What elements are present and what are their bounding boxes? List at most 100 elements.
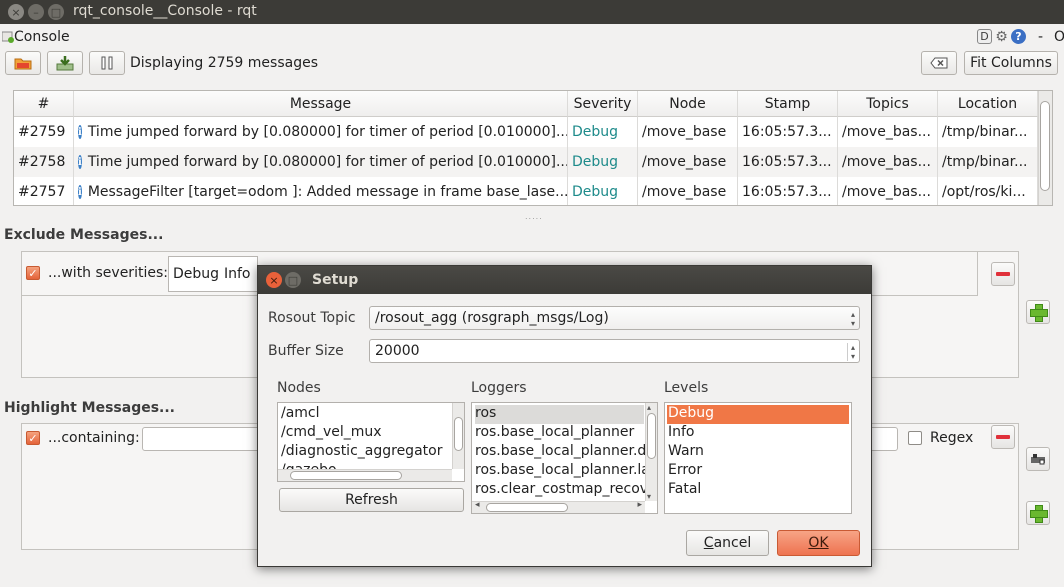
add-icon [1030, 505, 1048, 523]
column-header-stamp[interactable]: Stamp [738, 91, 838, 117]
logger-item[interactable]: ros.clear_costmap_recov [475, 481, 648, 500]
nodes-list[interactable]: /amcl /cmd_vel_mux /diagnostic_aggregato… [277, 402, 465, 482]
row-message-cell: i Time jumped forward by [0.080000] for t… [74, 117, 568, 147]
severity-list[interactable]: Debug Info [168, 256, 258, 292]
nodes-hscroll-thumb[interactable] [290, 471, 402, 480]
clear-icon [930, 57, 948, 69]
clear-button[interactable] [921, 51, 957, 75]
levels-list[interactable]: Debug Info Warn Error Fatal [664, 402, 852, 514]
setup-dialog: × □ Setup Rosout Topic /rosout_agg (rosg… [257, 265, 872, 567]
save-button[interactable] [47, 51, 83, 75]
dialog-close-button[interactable]: × [266, 272, 282, 288]
severity-info-item[interactable]: Info [224, 266, 251, 282]
table-vertical-scrollbar[interactable] [1038, 91, 1052, 205]
loggers-scroll-right[interactable]: ▸ [637, 500, 642, 510]
remove-exclude-filter-button[interactable] [991, 262, 1015, 286]
info-icon: i [78, 125, 82, 139]
help-icon[interactable]: ? [1011, 29, 1026, 44]
buffer-size-spinbox[interactable]: 20000 ▴ ▾ [369, 339, 860, 363]
spin-arrows-icon[interactable]: ▴ ▾ [846, 343, 855, 361]
table-row[interactable]: #2757 i MessageFilter [target=odom ]: Add… [14, 177, 1038, 205]
open-button[interactable] [5, 51, 41, 75]
fit-columns-button[interactable]: Fit Columns [964, 51, 1058, 75]
remove-highlight-filter-button[interactable] [991, 425, 1015, 449]
corner-d-button[interactable]: D [977, 29, 992, 44]
logger-item[interactable]: ros.base_local_planner.la [475, 462, 650, 481]
table-scroll-thumb[interactable] [1040, 101, 1050, 191]
node-item[interactable]: /amcl [281, 405, 320, 424]
loggers-horizontal-scrollbar[interactable]: ◂ ▸ [472, 500, 645, 513]
gear-icon[interactable]: ⚙ [994, 29, 1009, 45]
loggers-list[interactable]: ros ros.base_local_planner ros.base_loca… [471, 402, 658, 514]
maximize-icon: □ [287, 273, 299, 287]
column-header-message[interactable]: Message [74, 91, 568, 117]
close-icon: × [11, 5, 21, 19]
column-header-topics[interactable]: Topics [838, 91, 938, 117]
regex-checkbox[interactable] [908, 431, 922, 445]
close-plugin-button[interactable]: O [1054, 29, 1064, 45]
window-close-button[interactable]: × [8, 4, 24, 20]
open-folder-icon [14, 58, 32, 70]
highlight-settings-button[interactable] [1026, 447, 1050, 471]
ok-label: K [819, 535, 829, 551]
setup-dialog-titlebar: × □ Setup [258, 266, 871, 294]
logger-item[interactable]: ros.base_local_planner.dw [475, 443, 657, 462]
nodes-vscroll-thumb[interactable] [454, 417, 463, 451]
loggers-scroll-down[interactable]: ▾ [647, 492, 651, 501]
exclude-section-title: Exclude Messages... [4, 227, 164, 243]
loggers-vscroll-thumb[interactable] [647, 413, 656, 459]
add-highlight-filter-button[interactable] [1026, 501, 1050, 525]
loggers-hscroll-thumb[interactable] [486, 503, 568, 512]
window-maximize-button[interactable]: □ [48, 4, 64, 20]
exclude-severity-checkbox[interactable]: ✓ [26, 266, 40, 280]
level-item-warn[interactable]: Warn [668, 443, 704, 462]
node-item[interactable]: /cmd_vel_mux [281, 424, 382, 443]
level-item-error[interactable]: Error [668, 462, 702, 481]
rosout-topic-combo[interactable]: /rosout_agg (rosgraph_msgs/Log) ▴ ▾ [369, 306, 860, 330]
highlight-containing-checkbox[interactable]: ✓ [26, 431, 40, 445]
loggers-label: Loggers [471, 380, 527, 396]
minimize-icon: – [33, 5, 39, 19]
combo-arrows-icon: ▴ ▾ [850, 310, 855, 328]
column-header-num[interactable]: # [14, 91, 74, 117]
table-row[interactable]: #2758 i Time jumped forward by [0.080000]… [14, 147, 1038, 177]
loggers-scroll-left[interactable]: ◂ [475, 500, 480, 510]
level-item-debug[interactable]: Debug [667, 405, 849, 424]
logger-item[interactable]: ros [475, 405, 644, 424]
severity-debug-item[interactable]: Debug [173, 266, 219, 282]
row-topics: /move_bas... [838, 117, 938, 147]
add-icon [1030, 304, 1048, 322]
ok-button[interactable]: OK [777, 530, 860, 556]
containing-label: ...containing: [48, 430, 140, 446]
loggers-vertical-scrollbar[interactable]: ▴ ▾ [645, 403, 657, 501]
level-item-info[interactable]: Info [668, 424, 695, 443]
checkbox-checked-icon: ✓ [28, 431, 38, 445]
remove-icon [996, 435, 1010, 439]
console-plugin-icon [2, 31, 14, 43]
row-num: #2758 [14, 147, 74, 177]
splitter-handle[interactable]: ..... [525, 212, 543, 221]
save-icon [56, 56, 74, 71]
dialog-maximize-button[interactable]: □ [285, 272, 301, 288]
nodes-vertical-scrollbar[interactable] [452, 403, 464, 469]
column-header-location[interactable]: Location [938, 91, 1038, 117]
cancel-button[interactable]: Cancel [686, 530, 769, 556]
logger-item[interactable]: ros.base_local_planner [475, 424, 634, 443]
refresh-button[interactable]: Refresh [279, 488, 464, 512]
nodes-horizontal-scrollbar[interactable] [278, 469, 452, 481]
pause-button[interactable] [89, 51, 125, 75]
minimize-plugin-button[interactable]: - [1038, 29, 1043, 45]
level-item-fatal[interactable]: Fatal [668, 481, 701, 500]
rosout-topic-label: Rosout Topic [268, 310, 356, 326]
row-message-cell: i Time jumped forward by [0.080000] for t… [74, 147, 568, 177]
column-header-severity[interactable]: Severity [568, 91, 638, 117]
add-exclude-filter-button[interactable] [1026, 300, 1050, 324]
window-minimize-button[interactable]: – [28, 4, 44, 20]
regex-label: Regex [930, 430, 974, 446]
node-item[interactable]: /diagnostic_aggregator [281, 443, 442, 462]
row-location: /opt/ros/ki... [938, 177, 1038, 205]
messages-table[interactable]: # Message Severity Node Stamp Topics Loc… [13, 90, 1053, 206]
column-header-node[interactable]: Node [638, 91, 738, 117]
table-row[interactable]: #2759 i Time jumped forward by [0.080000]… [14, 117, 1038, 147]
loggers-scroll-up[interactable]: ▴ [647, 403, 651, 412]
